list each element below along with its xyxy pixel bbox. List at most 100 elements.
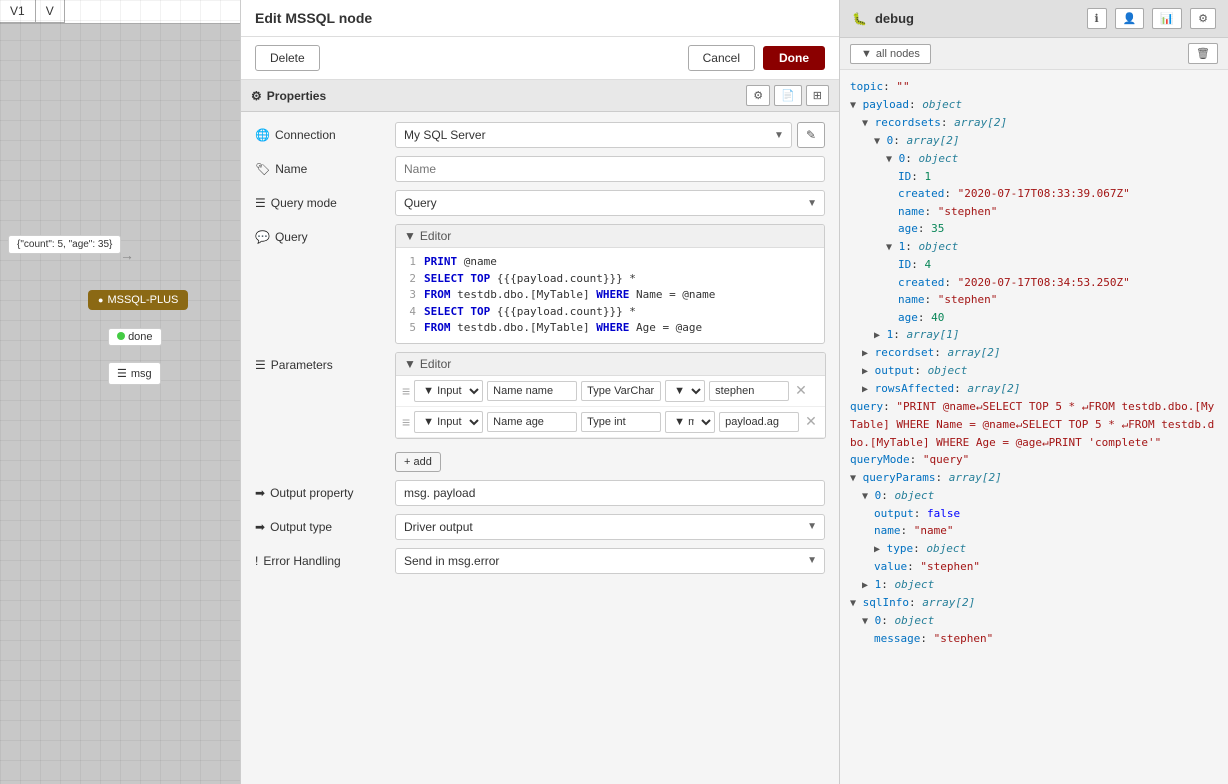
msg-node[interactable]: ☰ msg bbox=[108, 362, 161, 385]
list-icon: ☰ bbox=[255, 196, 266, 210]
param-delete-1[interactable]: ✕ bbox=[793, 382, 809, 399]
error-handling-select[interactable]: Send in msg.error bbox=[395, 548, 825, 574]
debug-title: debug bbox=[875, 11, 914, 26]
output-type-row: ➡ Output type Driver output ▼ bbox=[255, 514, 825, 540]
name-row: 🏷 Name bbox=[255, 156, 825, 182]
error-handling-row: ! Error Handling Send in msg.error ▼ bbox=[255, 548, 825, 574]
parameters-row: ☰ Parameters ▼ Editor ≡ ▼ Input bbox=[255, 352, 825, 472]
doc-icon-btn[interactable]: 📄 bbox=[774, 85, 802, 106]
debug-id-2: ID: 4 bbox=[898, 256, 1218, 274]
query-mode-control: Query ▼ bbox=[395, 190, 825, 216]
debug-recordset: ▶ recordset: array[2] bbox=[862, 344, 1218, 362]
debug-sqlinfo-0: ▼ 0: object bbox=[862, 612, 1218, 630]
line-code-1: PRINT @name bbox=[424, 254, 824, 271]
debug-controls: ▼ all nodes 🗑 bbox=[840, 38, 1228, 70]
debug-qp-value: value: "stephen" bbox=[874, 558, 1218, 576]
param-row-2: ≡ ▼ Input ▼ msg. ✕ bbox=[396, 407, 825, 438]
info-icon-btn[interactable]: ℹ bbox=[1087, 8, 1107, 29]
param-type-select-2[interactable]: ▼ Input bbox=[414, 411, 483, 433]
grid-icon-btn[interactable]: ⊞ bbox=[806, 85, 829, 106]
drag-handle-2[interactable]: ≡ bbox=[402, 414, 410, 430]
query-editor-header: ▼ Editor bbox=[396, 225, 824, 248]
line-code-3: FROM testdb.dbo.[MyTable] WHERE Name = @… bbox=[424, 287, 824, 304]
param-name-input-2[interactable] bbox=[487, 412, 577, 432]
output-type-wrapper: Driver output ▼ bbox=[395, 514, 825, 540]
debug-qp-1: ▶ 1: object bbox=[862, 576, 1218, 594]
param-row-1: ≡ ▼ Input ▼ aₙ ✕ bbox=[396, 376, 825, 407]
cancel-button[interactable]: Cancel bbox=[688, 45, 755, 71]
modal-title: Edit MSSQL node bbox=[241, 0, 839, 37]
query-editor-body[interactable]: 1 PRINT @name 2 SELECT TOP {{{payload.co… bbox=[396, 248, 824, 343]
debug-recordsets: ▼ recordsets: array[2] bbox=[862, 114, 1218, 132]
output-type-select[interactable]: Driver output bbox=[395, 514, 825, 540]
settings-debug-btn[interactable]: ⚙ bbox=[1190, 8, 1216, 29]
debug-id-1: ID: 1 bbox=[898, 168, 1218, 186]
connection-control: My SQL Server ▼ ✎ bbox=[395, 122, 825, 148]
debug-recordsets-0: ▼ 0: array[2] bbox=[874, 132, 1218, 150]
debug-rec0-0: ▼ 0: object bbox=[886, 150, 1218, 168]
debug-sqlinfo: ▼ sqlInfo: array[2] bbox=[850, 594, 1218, 612]
user-icon-btn[interactable]: 👤 bbox=[1115, 8, 1145, 29]
debug-age-2: age: 40 bbox=[898, 309, 1218, 327]
add-btn-wrap: + add bbox=[395, 448, 826, 472]
debug-rec1: ▶ 1: array[1] bbox=[874, 326, 1218, 344]
add-param-btn[interactable]: + add bbox=[395, 452, 441, 472]
dropdown-icon: ▼ bbox=[404, 229, 416, 243]
msg-icon: ☰ bbox=[117, 367, 127, 380]
properties-icons: ⚙ 📄 ⊞ bbox=[746, 85, 829, 106]
name-control bbox=[395, 156, 825, 182]
param-value-input-2[interactable] bbox=[719, 412, 799, 432]
debug-name-2: name: "stephen" bbox=[898, 291, 1218, 309]
debug-age-1: age: 35 bbox=[898, 220, 1218, 238]
query-mode-select[interactable]: Query bbox=[395, 190, 825, 216]
param-valuetype-select-2[interactable]: ▼ msg. bbox=[665, 411, 715, 433]
code-line-4: 4 SELECT TOP {{{payload.count}}} * bbox=[396, 304, 824, 321]
output-icon: ➡ bbox=[255, 486, 265, 500]
query-row: 💬 Query ▼ Editor 1 PRINT @name bbox=[255, 224, 825, 344]
filter-button[interactable]: ▼ all nodes bbox=[850, 44, 931, 64]
debug-qp-type: ▶ type: object bbox=[874, 540, 1218, 558]
params-body: ≡ ▼ Input ▼ aₙ ✕ bbox=[396, 376, 825, 438]
line-code-2: SELECT TOP {{{payload.count}}} * bbox=[424, 271, 824, 288]
param-type-select-1[interactable]: ▼ Input bbox=[414, 380, 483, 402]
line-code-5: FROM testdb.dbo.[MyTable] WHERE Age = @a… bbox=[424, 320, 824, 337]
param-datatype-input-2[interactable] bbox=[581, 412, 661, 432]
param-datatype-input-1[interactable] bbox=[581, 381, 661, 401]
param-name-input-1[interactable] bbox=[487, 381, 577, 401]
connection-select[interactable]: My SQL Server bbox=[395, 122, 792, 148]
param-valuetype-select-1[interactable]: ▼ aₙ bbox=[665, 380, 705, 402]
debug-header: 🐛 debug ℹ 👤 📊 ⚙ bbox=[840, 0, 1228, 38]
delete-button[interactable]: Delete bbox=[255, 45, 320, 71]
mssql-node[interactable]: ● MSSQL-PLUS bbox=[88, 290, 188, 310]
line-num-3: 3 bbox=[396, 287, 424, 304]
drag-handle-1[interactable]: ≡ bbox=[402, 383, 410, 399]
name-input[interactable] bbox=[395, 156, 825, 182]
globe-icon: 🌐 bbox=[255, 128, 270, 142]
param-delete-2[interactable]: ✕ bbox=[803, 413, 819, 430]
clear-debug-btn[interactable]: 🗑 bbox=[1188, 43, 1218, 64]
connection-label: 🌐 Connection bbox=[255, 122, 385, 142]
connection-row: 🌐 Connection My SQL Server ▼ ✎ bbox=[255, 122, 825, 148]
chart-icon-btn[interactable]: 📊 bbox=[1152, 8, 1182, 29]
line-num-1: 1 bbox=[396, 254, 424, 271]
code-line-1: 1 PRINT @name bbox=[396, 254, 824, 271]
settings-icon-btn[interactable]: ⚙ bbox=[746, 85, 770, 106]
output-type-label: ➡ Output type bbox=[255, 514, 385, 534]
output-type-control: Driver output ▼ bbox=[395, 514, 825, 540]
done-button[interactable]: Done bbox=[763, 46, 825, 70]
param-value-input-1[interactable] bbox=[709, 381, 789, 401]
debug-output: ▶ output: object bbox=[862, 362, 1218, 380]
modal-panel: Edit MSSQL node Delete Cancel Done ⚙ Pro… bbox=[240, 0, 840, 784]
output-property-label: ➡ Output property bbox=[255, 480, 385, 500]
connection-edit-btn[interactable]: ✎ bbox=[797, 122, 825, 148]
output-property-input[interactable] bbox=[395, 480, 825, 506]
modal-actions: Delete Cancel Done bbox=[241, 37, 839, 80]
params-header: ▼ Editor bbox=[396, 353, 825, 376]
debug-created-2: created: "2020-07-17T08:34:53.250Z" bbox=[898, 274, 1218, 292]
bug-icon: 🐛 bbox=[852, 12, 867, 26]
error-handling-wrapper: Send in msg.error ▼ bbox=[395, 548, 825, 574]
parameters-control: ▼ Editor ≡ ▼ Input bbox=[395, 352, 826, 472]
debug-qp-output: output: false bbox=[874, 505, 1218, 523]
error-handling-control: Send in msg.error ▼ bbox=[395, 548, 825, 574]
params-wrap: ▼ Editor ≡ ▼ Input bbox=[395, 352, 826, 439]
